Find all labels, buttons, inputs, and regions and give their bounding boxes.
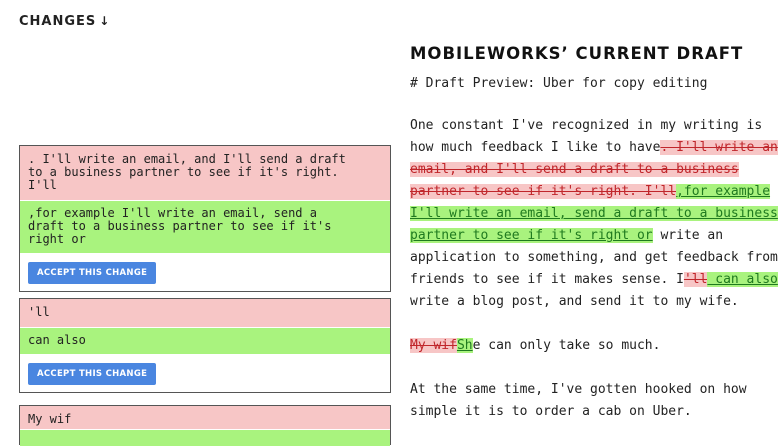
draft-paragraph: My wifShe can only take so much. (410, 335, 781, 357)
draft-text: At the same time, I've gotten hooked on … (410, 382, 747, 419)
change-actions: ACCEPT THIS CHANGE (20, 253, 390, 291)
draft-insertion[interactable]: can also (707, 272, 778, 287)
draft-title: MOBILEWORKS’ CURRENT DRAFT (410, 44, 744, 63)
draft-panel: MOBILEWORKS’ CURRENT DRAFT # Draft Previ… (410, 44, 781, 423)
change-card: . I'll write an email, and I'll send a d… (19, 145, 391, 292)
accept-change-button[interactable]: ACCEPT THIS CHANGE (28, 262, 157, 284)
change-original-text: My wif (20, 406, 390, 429)
draft-deletion[interactable]: 'll (683, 272, 708, 287)
change-actions: ACCEPT THIS CHANGE (20, 354, 390, 392)
change-card: My wif (19, 405, 391, 446)
change-suggested-text: can also (20, 327, 390, 354)
draft-preview-line: # Draft Preview: Uber for copy editing (410, 76, 708, 91)
draft-text: e can only take so much. (472, 338, 661, 353)
draft-paragraph: One constant I've recognized in my writi… (410, 115, 781, 313)
draft-text: write a blog post, and send it to my wif… (410, 294, 739, 309)
change-card: 'll can also ACCEPT THIS CHANGE (19, 298, 391, 393)
change-suggested-text (20, 429, 390, 446)
changes-title: CHANGES (19, 14, 97, 29)
change-original-text: . I'll write an email, and I'll send a d… (20, 146, 390, 200)
change-original-text: 'll (20, 299, 390, 327)
draft-paragraph: At the same time, I've gotten hooked on … (410, 379, 781, 423)
draft-insertion[interactable]: Sh (456, 338, 473, 353)
changes-header[interactable]: CHANGES ↓ (19, 14, 110, 29)
draft-deletion[interactable]: My wif (410, 338, 457, 353)
arrow-down-icon: ↓ (99, 14, 111, 28)
change-suggested-text: ,for example I'll write an email, send a… (20, 200, 390, 253)
accept-change-button[interactable]: ACCEPT THIS CHANGE (28, 363, 157, 385)
